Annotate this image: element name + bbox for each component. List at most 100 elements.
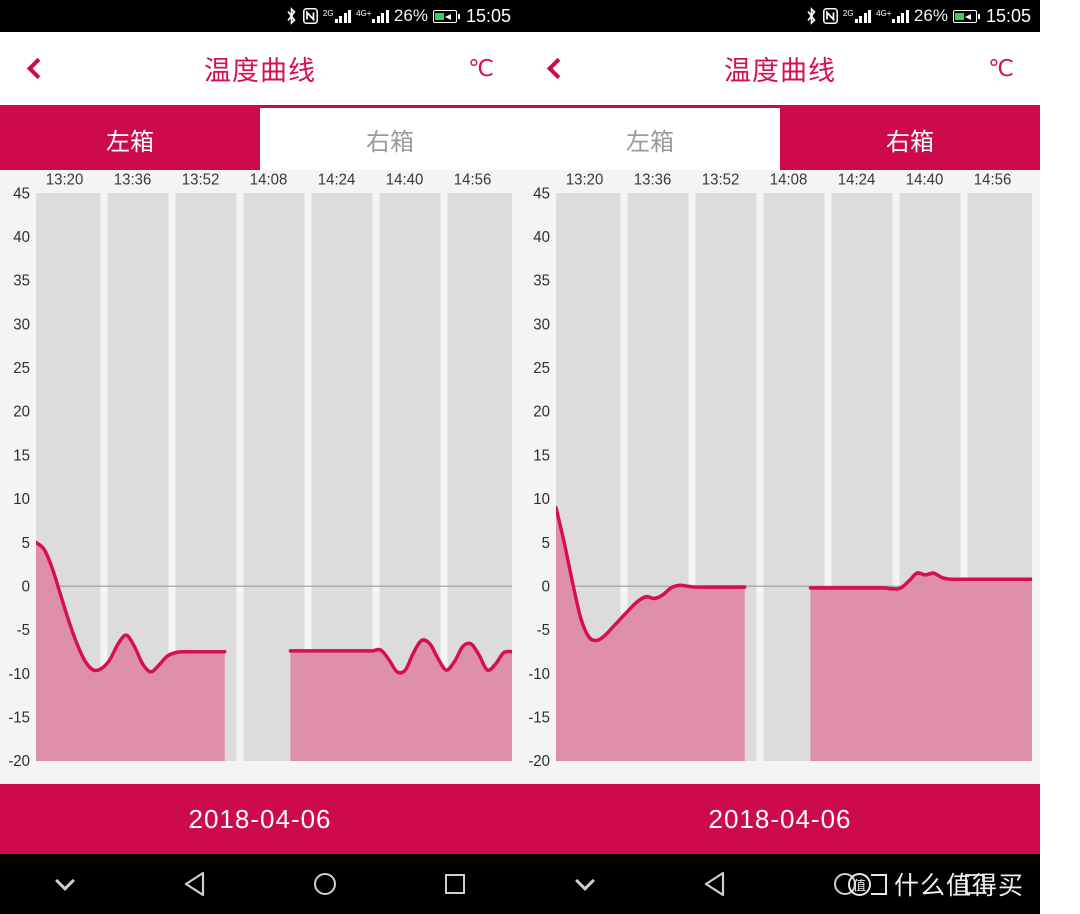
nav-back-button[interactable] [130,871,260,897]
home-circle-icon [314,873,336,895]
sim2-gen-label: 4G+ [876,8,892,18]
unit-toggle-button[interactable]: ℃ [468,55,494,82]
temperature-chart-right[interactable]: 13:20 13:36 13:52 14:08 14:24 14:40 14:56 45 40 3… [520,170,1040,784]
svg-text:20: 20 [533,403,550,420]
svg-text:-15: -15 [528,709,550,726]
tab-left-box[interactable]: 左箱 [520,108,780,170]
zhi-badge-icon: 值 [847,872,871,896]
svg-text:15: 15 [533,447,550,464]
svg-text:13:52: 13:52 [702,171,740,188]
svg-text:13:20: 13:20 [566,171,604,188]
chart-canvas: 13:20 13:36 13:52 14:08 14:24 14:40 14:56 45 40 3… [0,170,520,784]
status-bar: 2G 4G+ 26% 15:05 [0,0,520,32]
svg-text:5: 5 [542,534,550,551]
svg-text:13:20: 13:20 [46,171,84,188]
svg-text:45: 45 [533,185,550,202]
svg-text:5: 5 [22,534,30,551]
sim2-gen-label: 4G+ [356,8,372,18]
status-icons: 2G 4G+ [805,7,909,25]
sim1-signal-icon: 2G [322,8,352,23]
svg-text:-10: -10 [8,666,30,683]
page-title: 温度曲线 [204,56,316,86]
svg-text:0: 0 [542,578,550,595]
chevron-down-icon [55,871,75,891]
svg-text:14:08: 14:08 [770,171,808,188]
svg-text:20: 20 [13,403,30,420]
temperature-chart-left[interactable]: 13:20 13:36 13:52 14:08 14:24 14:40 14:56 45 40 3… [0,170,520,784]
svg-text:-20: -20 [528,753,550,770]
svg-text:14:08: 14:08 [250,171,288,188]
svg-text:25: 25 [13,360,30,377]
svg-text:14:24: 14:24 [838,171,876,188]
phone-screen-left: 2G 4G+ 26% 15:05 温度曲线 ℃ 左箱 右箱 13:20 13:3… [0,0,520,914]
tab-bar: 左箱 右箱 [520,108,1040,170]
svg-text:-5: -5 [537,622,550,639]
svg-text:-5: -5 [17,622,30,639]
back-triangle-icon [704,871,725,897]
svg-text:35: 35 [13,272,30,289]
page-title: 温度曲线 [724,56,836,86]
bluetooth-icon [285,7,298,25]
svg-text:45: 45 [13,185,30,202]
android-nav-bar [0,854,520,914]
zhi-badge-logo: 值 [847,872,887,896]
nav-home-button[interactable] [260,873,390,895]
nfc-icon [822,8,838,24]
svg-text:10: 10 [13,491,30,508]
tab-left-box[interactable]: 左箱 [0,108,260,170]
unit-toggle-button[interactable]: ℃ [988,55,1014,82]
battery-percent-label: 26% [393,6,428,25]
status-bar: 2G 4G+ 26% 15:05 [520,0,1040,32]
svg-text:14:56: 14:56 [454,171,492,188]
clock-label: 15:05 [465,5,511,26]
svg-text:25: 25 [533,360,550,377]
sim1-gen-label: 2G [322,8,334,18]
svg-text:10: 10 [533,491,550,508]
sim2-signal-icon: 4G+ [876,8,909,23]
watermark-label: 什么值得买 [893,872,1024,900]
recents-square-icon [445,874,465,894]
svg-text:13:36: 13:36 [634,171,672,188]
svg-text:-15: -15 [8,709,30,726]
bluetooth-icon [805,7,818,25]
chevron-down-icon [575,871,595,891]
screenshot-root: 2G 4G+ 26% 15:05 温度曲线 ℃ 左箱 右箱 13:20 13:3… [0,0,1080,914]
hide-nav-button[interactable] [520,871,650,891]
tab-right-box[interactable]: 右箱 [260,108,520,170]
battery-charging-icon [952,9,980,23]
svg-text:30: 30 [533,316,550,333]
battery-charging-icon [432,9,460,23]
svg-text:13:52: 13:52 [182,171,220,188]
svg-text:14:40: 14:40 [386,171,424,188]
clock-label: 15:05 [985,5,1031,26]
svg-text:30: 30 [13,316,30,333]
sim1-gen-label: 2G [842,8,854,18]
phone-screen-right: 2G 4G+ 26% 15:05 温度曲线 ℃ 左箱 右箱 13:20 13:3… [520,0,1040,914]
date-selector-bar[interactable]: 2018-04-06 [0,784,520,854]
nav-back-button[interactable] [650,871,780,897]
sim2-signal-icon: 4G+ [356,8,389,23]
status-icons: 2G 4G+ [285,7,389,25]
svg-text:0: 0 [22,578,30,595]
back-triangle-icon [184,871,205,897]
svg-text:40: 40 [13,229,30,246]
svg-text:-20: -20 [8,753,30,770]
zhi-badge-frame [870,873,887,895]
svg-text:35: 35 [533,272,550,289]
svg-text:40: 40 [533,229,550,246]
tab-right-box[interactable]: 右箱 [780,108,1040,170]
android-nav-bar: 值 什么值得买 [520,854,1040,914]
chart-canvas: 13:20 13:36 13:52 14:08 14:24 14:40 14:56 45 40 3… [520,170,1040,784]
date-selector-bar[interactable]: 2018-04-06 [520,784,1040,854]
svg-text:14:24: 14:24 [318,171,356,188]
watermark: 值 什么值得买 [847,866,1024,902]
svg-text:15: 15 [13,447,30,464]
nav-recents-button[interactable] [390,874,520,894]
title-bar: 温度曲线 ℃ [520,32,1040,108]
tab-bar: 左箱 右箱 [0,108,520,170]
svg-text:14:40: 14:40 [906,171,944,188]
title-bar: 温度曲线 ℃ [0,32,520,108]
hide-nav-button[interactable] [0,871,130,891]
battery-percent-label: 26% [913,6,948,25]
svg-text:-10: -10 [528,666,550,683]
